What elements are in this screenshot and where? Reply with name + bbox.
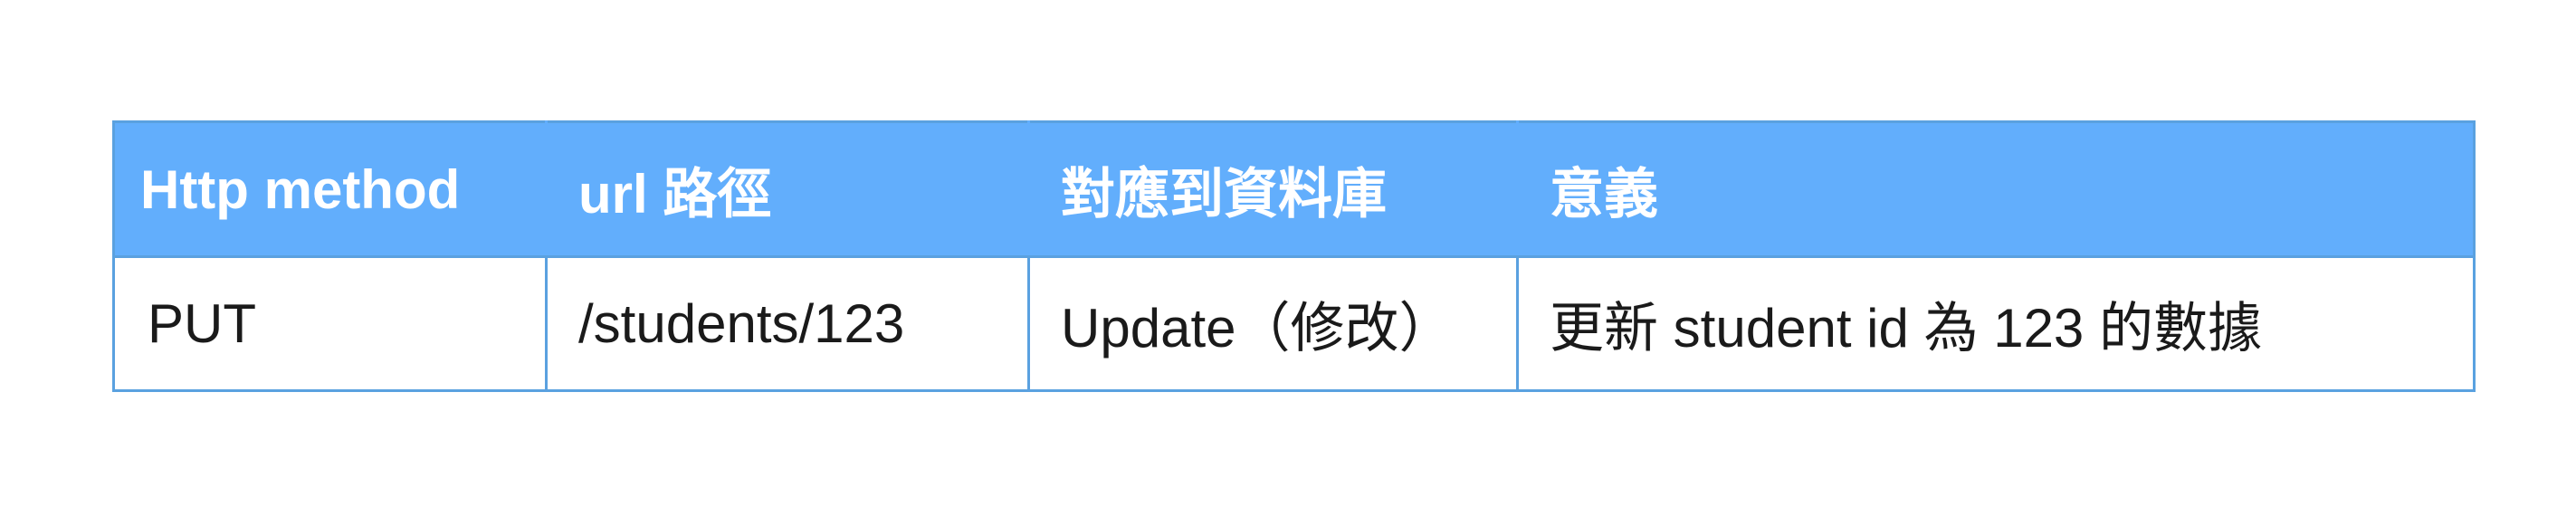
cell-database-operation: Update（修改） bbox=[1027, 255, 1519, 392]
header-url-path: url 路徑 bbox=[545, 120, 1030, 258]
header-meaning: 意義 bbox=[1516, 120, 2476, 258]
header-http-method: Http method bbox=[112, 120, 548, 258]
api-table: Http method url 路徑 對應到資料庫 意義 PUT /studen… bbox=[112, 120, 2476, 392]
table-row: PUT /students/123 Update（修改） 更新 student … bbox=[112, 255, 2476, 392]
api-table-container: Http method url 路徑 對應到資料庫 意義 PUT /studen… bbox=[112, 120, 2476, 392]
header-row: Http method url 路徑 對應到資料庫 意義 bbox=[112, 120, 2476, 258]
cell-url-path: /students/123 bbox=[545, 255, 1030, 392]
table-body: PUT /students/123 Update（修改） 更新 student … bbox=[112, 255, 2476, 392]
header-database-operation: 對應到資料庫 bbox=[1027, 120, 1519, 258]
table-header: Http method url 路徑 對應到資料庫 意義 bbox=[112, 120, 2476, 258]
cell-http-method: PUT bbox=[112, 255, 548, 392]
cell-meaning: 更新 student id 為 123 的數據 bbox=[1516, 255, 2476, 392]
